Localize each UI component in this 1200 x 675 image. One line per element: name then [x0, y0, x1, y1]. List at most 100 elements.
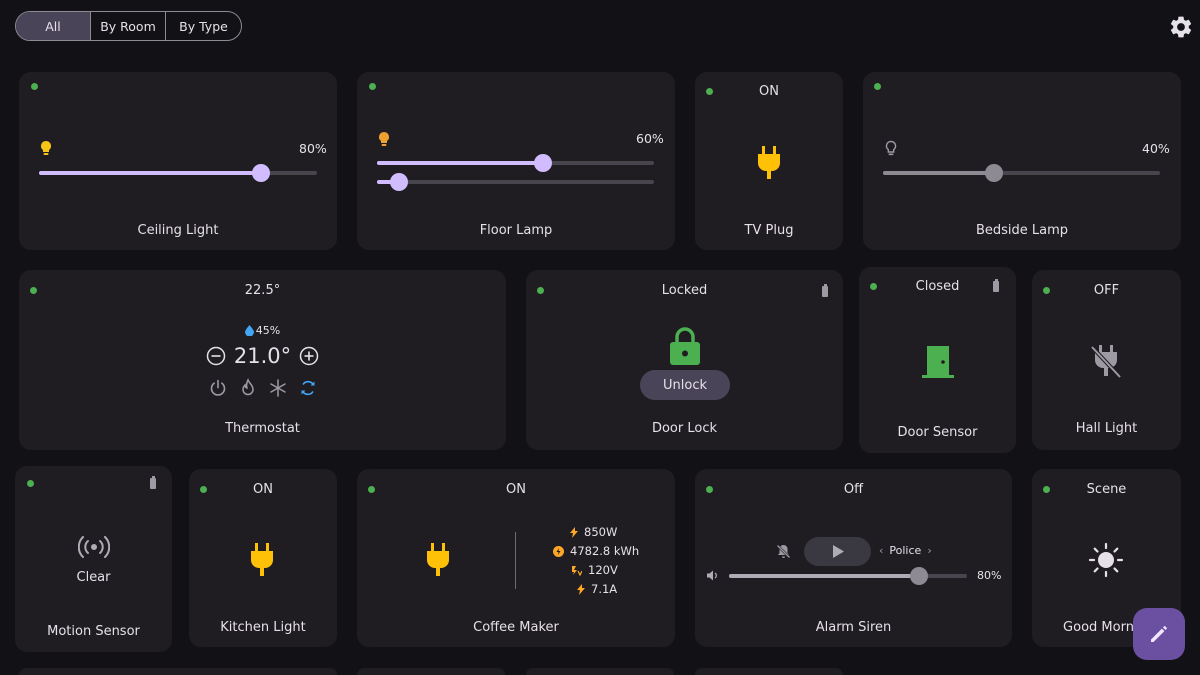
flame-icon[interactable] — [238, 378, 258, 398]
device-card-partial[interactable] — [19, 668, 337, 675]
gear-icon[interactable] — [1168, 14, 1194, 40]
lock-icon — [670, 327, 700, 365]
online-indicator — [27, 480, 34, 487]
device-card-partial[interactable] — [357, 668, 505, 675]
power-plug-icon — [251, 543, 273, 576]
voltage-icon — [572, 565, 582, 576]
voltage-stat: 120V — [571, 563, 618, 577]
device-name: Thermostat — [225, 421, 300, 436]
slider-thumb[interactable] — [390, 173, 409, 191]
target-temperature-control: 21.0° — [19, 344, 506, 368]
kitchen-light-card[interactable]: ON Kitchen Light — [189, 469, 337, 647]
hvac-mode-selector — [19, 378, 506, 398]
bedside-lamp-card[interactable]: 40% Bedside Lamp — [863, 72, 1181, 250]
brightness-slider[interactable] — [883, 164, 1160, 182]
filter-by-room-button[interactable]: By Room — [91, 12, 166, 40]
power-value: 850W — [584, 525, 618, 539]
door-lock-card[interactable]: Locked Unlock Door Lock — [526, 270, 843, 450]
battery-icon — [150, 476, 156, 489]
tv-plug-card[interactable]: ON TV Plug — [695, 72, 843, 250]
energy-stat: 4782.8 kWh — [553, 544, 639, 558]
auto-mode-icon[interactable] — [298, 378, 318, 398]
slider-thumb[interactable] — [534, 154, 553, 172]
online-indicator — [369, 83, 376, 90]
slider-thumb[interactable] — [910, 567, 929, 585]
volume-slider[interactable] — [729, 567, 967, 585]
chevron-right-icon[interactable]: › — [927, 544, 931, 557]
current-value: 7.1A — [591, 582, 618, 596]
lightning-icon — [577, 583, 585, 595]
motion-sensor-icon — [78, 536, 110, 558]
device-card-partial[interactable] — [695, 668, 843, 675]
device-name: Hall Light — [1075, 421, 1138, 436]
slider-thumb[interactable] — [252, 164, 271, 182]
device-state: OFF — [1093, 283, 1120, 298]
power-plug-off-icon — [1090, 345, 1122, 379]
unlock-button[interactable]: Unlock — [640, 370, 730, 400]
sun-icon — [1088, 542, 1124, 578]
device-name: Motion Sensor — [47, 624, 140, 639]
device-state: Clear — [76, 570, 111, 585]
brightness-slider[interactable] — [39, 164, 317, 182]
humidity-value: 45% — [255, 324, 281, 337]
bell-off-icon[interactable] — [776, 544, 791, 559]
device-state: Scene — [1086, 482, 1127, 497]
humidity-display: 45% — [19, 324, 506, 337]
device-card-partial[interactable] — [526, 668, 674, 675]
power-stat: 850W — [570, 525, 617, 539]
water-drop-icon — [244, 325, 254, 336]
ceiling-light-card[interactable]: 80% Ceiling Light — [19, 72, 337, 250]
brightness-slider[interactable] — [377, 154, 654, 172]
slider-thumb[interactable] — [984, 164, 1003, 182]
lightning-icon — [570, 526, 578, 538]
hall-light-card[interactable]: OFF Hall Light — [1032, 270, 1181, 450]
snowflake-icon[interactable] — [268, 378, 288, 398]
floor-lamp-card[interactable]: 60% Floor Lamp — [357, 72, 675, 250]
play-button[interactable] — [804, 537, 871, 566]
voltage-value: 120V — [588, 563, 618, 577]
device-name: Bedside Lamp — [975, 223, 1069, 238]
device-name: Coffee Maker — [473, 620, 559, 635]
device-state: ON — [759, 84, 779, 99]
coffee-maker-card[interactable]: ON 850W 4782.8 kWh 120V 7.1A Coffee Make… — [357, 469, 675, 647]
door-sensor-card[interactable]: Closed Door Sensor — [859, 267, 1016, 453]
device-name: Alarm Siren — [815, 620, 892, 635]
energy-meter-icon — [553, 545, 564, 557]
door-closed-icon — [922, 346, 954, 378]
plus-circle-icon[interactable] — [299, 346, 319, 366]
alarm-siren-card[interactable]: Off ‹ Police › 80% Alarm Siren — [695, 469, 1012, 647]
online-indicator — [31, 83, 38, 90]
edit-fab-button[interactable] — [1133, 608, 1185, 660]
current-stat: 7.1A — [577, 582, 617, 596]
lightbulb-icon — [41, 141, 51, 155]
device-name: Floor Lamp — [479, 223, 553, 238]
power-plug-icon — [758, 146, 780, 179]
tone-value: Police — [889, 544, 922, 557]
color-temperature-slider[interactable] — [377, 173, 654, 191]
device-state: ON — [253, 482, 273, 497]
filter-all-button[interactable]: All — [16, 12, 91, 40]
pencil-icon — [1151, 626, 1167, 642]
volume-value: 80% — [977, 569, 1002, 582]
tone-selector[interactable]: ‹ Police › — [879, 544, 932, 557]
brightness-value: 40% — [1142, 141, 1170, 156]
device-state: ON — [506, 482, 526, 497]
view-filter: All By Room By Type — [15, 11, 242, 41]
play-icon — [833, 545, 844, 558]
device-state: Locked — [661, 283, 708, 298]
minus-circle-icon[interactable] — [206, 346, 226, 366]
thermostat-card[interactable]: 22.5° 45% 21.0° Thermostat — [19, 270, 506, 450]
volume-icon — [707, 570, 717, 581]
device-name: Kitchen Light — [220, 620, 306, 635]
lightbulb-outline-icon — [885, 140, 897, 156]
lightbulb-icon — [379, 132, 389, 146]
power-icon[interactable] — [208, 378, 228, 398]
target-temperature: 21.0° — [233, 344, 292, 368]
motion-sensor-card[interactable]: Clear Motion Sensor — [15, 466, 172, 652]
device-name: Door Sensor — [897, 425, 978, 440]
filter-by-type-button[interactable]: By Type — [166, 12, 241, 40]
chevron-left-icon[interactable]: ‹ — [879, 544, 883, 557]
battery-icon — [993, 279, 999, 292]
battery-icon — [822, 284, 828, 297]
device-name: Door Lock — [651, 421, 718, 436]
